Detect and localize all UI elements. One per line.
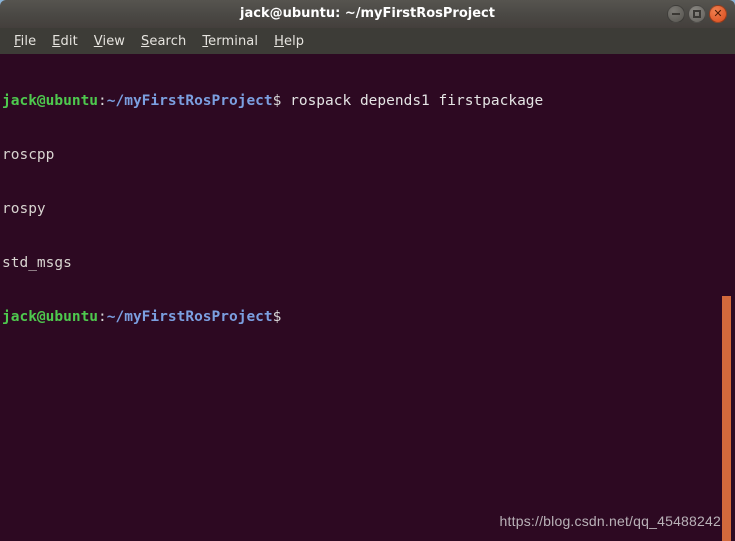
- terminal-output-line: std_msgs: [2, 255, 72, 271]
- menu-item-help[interactable]: Help: [266, 34, 312, 49]
- watermark-text: https://blog.csdn.net/qq_45488242: [499, 513, 721, 529]
- scrollbar-thumb[interactable]: [722, 296, 731, 541]
- terminal-command: rospack depends1 firstpackage: [281, 93, 544, 109]
- prompt-path: ~/myFirstRosProject: [106, 93, 273, 109]
- menu-label: elp: [283, 33, 305, 49]
- menu-item-edit[interactable]: Edit: [44, 34, 86, 49]
- prompt-user-host: jack@ubuntu: [2, 309, 99, 325]
- prompt-dollar: $: [272, 309, 282, 325]
- minimize-button[interactable]: [667, 5, 685, 23]
- menu-label: dit: [60, 33, 78, 49]
- window-title: jack@ubuntu: ~/myFirstRosProject: [240, 6, 495, 21]
- menubar: File Edit View Search Terminal Help: [0, 28, 735, 54]
- menu-mnemonic: E: [52, 33, 61, 49]
- menu-label: earch: [149, 33, 187, 49]
- terminal-line-prompt: jack@ubuntu:~/myFirstRosProject$: [2, 308, 543, 326]
- prompt-user-host: jack@ubuntu: [2, 93, 99, 109]
- minimize-icon: [672, 13, 680, 15]
- prompt-path: ~/myFirstRosProject: [106, 309, 273, 325]
- prompt-colon: :: [98, 93, 107, 109]
- menu-item-search[interactable]: Search: [133, 34, 194, 49]
- terminal-output-line: roscpp: [2, 147, 55, 163]
- menu-label: ile: [20, 33, 37, 49]
- maximize-icon: [693, 10, 701, 18]
- terminal-window: jack@ubuntu: ~/myFirstRosProject ✕ File …: [0, 0, 735, 541]
- menu-label: erminal: [208, 33, 259, 49]
- prompt-colon: :: [98, 309, 107, 325]
- close-button[interactable]: ✕: [709, 5, 727, 23]
- menu-mnemonic: F: [14, 33, 21, 49]
- terminal-line-command: jack@ubuntu:~/myFirstRosProject$ rospack…: [2, 92, 543, 110]
- terminal-text: jack@ubuntu:~/myFirstRosProject$ rospack…: [2, 56, 543, 362]
- menu-item-terminal[interactable]: Terminal: [194, 34, 266, 49]
- menu-label: iew: [102, 33, 126, 49]
- terminal-output-line: rospy: [2, 201, 46, 217]
- close-icon: ✕: [713, 7, 723, 20]
- window-titlebar[interactable]: jack@ubuntu: ~/myFirstRosProject ✕: [0, 0, 735, 28]
- window-controls: ✕: [667, 5, 727, 23]
- maximize-button[interactable]: [688, 5, 706, 23]
- menu-item-file[interactable]: File: [6, 34, 44, 49]
- menu-mnemonic: H: [274, 33, 284, 49]
- terminal-screen[interactable]: jack@ubuntu:~/myFirstRosProject$ rospack…: [0, 54, 735, 541]
- menu-item-view[interactable]: View: [86, 34, 133, 49]
